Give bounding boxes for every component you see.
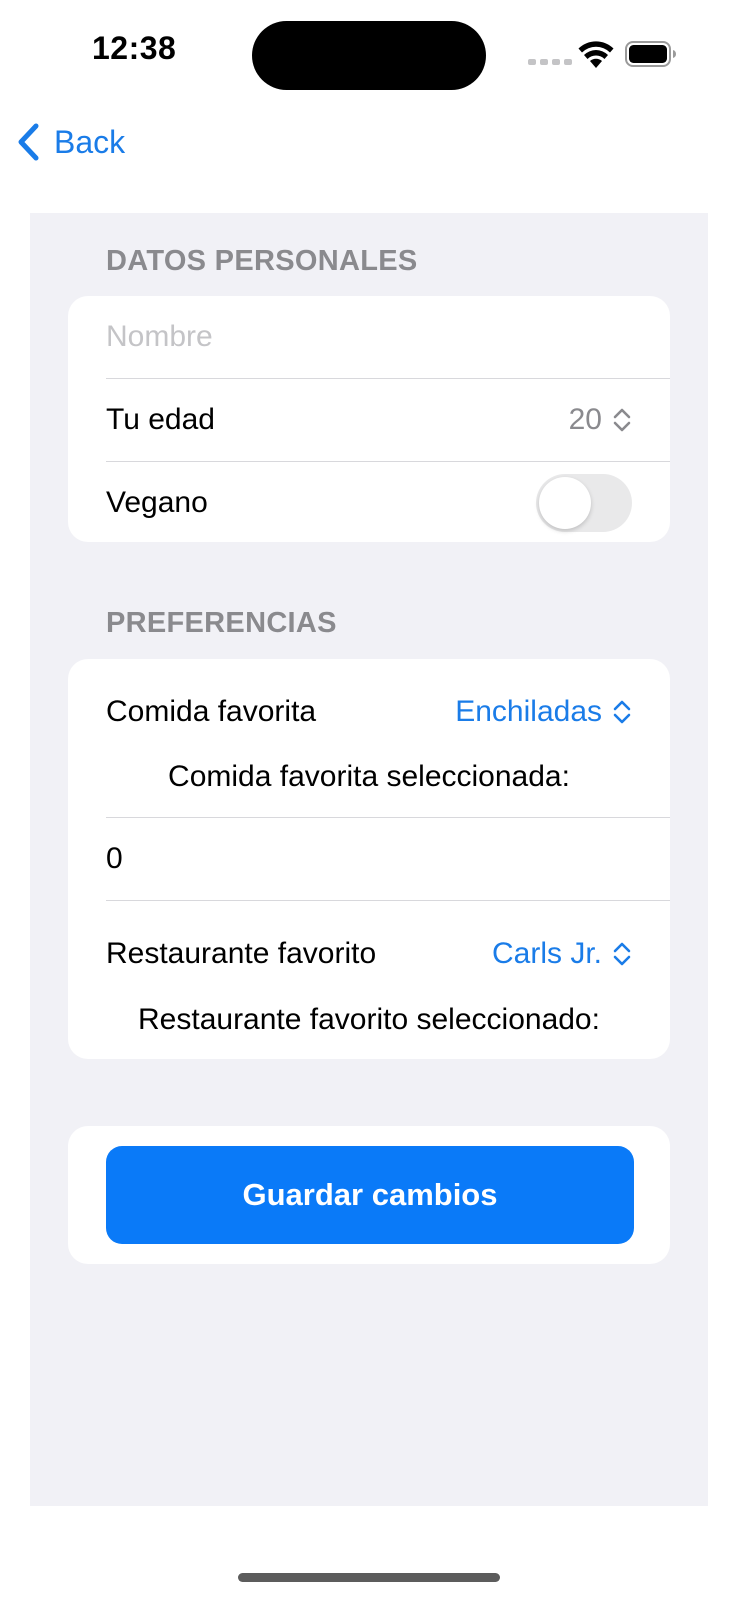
restaurant-label: Restaurante favorito	[106, 937, 377, 970]
food-label: Comida favorita	[106, 695, 317, 728]
personal-data-card: Nombre Tu edad 20 Vegano	[68, 296, 670, 542]
count-row: 0	[68, 818, 670, 900]
battery-icon	[625, 41, 676, 67]
screen: 12:38 Back DATOS PERSONALES Nombre Tu ed…	[0, 0, 738, 1600]
chevron-left-icon	[18, 123, 39, 161]
divider	[106, 900, 670, 901]
food-picker[interactable]: Enchiladas	[455, 695, 632, 729]
toggle-knob	[539, 477, 591, 529]
vegan-row: Vegano	[68, 462, 670, 542]
back-label: Back	[54, 123, 126, 160]
name-field[interactable]: Nombre	[68, 296, 670, 378]
chevron-up-down-icon	[613, 700, 631, 724]
signal-dots-icon	[528, 59, 572, 65]
section-header-personal: DATOS PERSONALES	[106, 245, 418, 277]
chevron-up-down-icon	[613, 408, 631, 432]
save-button[interactable]: Guardar cambios	[106, 1146, 634, 1244]
restaurant-row: Restaurante favorito Carls Jr.	[68, 913, 670, 995]
restaurant-value: Carls Jr.	[491, 937, 602, 970]
section-header-preferences: PREFERENCIAS	[106, 607, 337, 639]
dynamic-island	[252, 21, 486, 90]
status-time: 12:38	[92, 30, 177, 66]
actions-card: Guardar cambios	[68, 1126, 670, 1264]
age-row: Tu edad 20	[68, 379, 670, 461]
restaurant-selected-label: Restaurante favorito seleccionado:	[138, 1003, 600, 1036]
age-value: 20	[568, 403, 602, 436]
chevron-up-down-icon	[613, 942, 631, 966]
wifi-icon	[578, 41, 614, 68]
food-row: Comida favorita Enchiladas	[68, 671, 670, 753]
preferences-card: Comida favorita Enchiladas Comida favori…	[68, 659, 670, 1059]
count-value: 0	[106, 842, 123, 875]
food-value: Enchiladas	[455, 695, 602, 728]
restaurant-picker[interactable]: Carls Jr.	[492, 937, 632, 971]
back-button[interactable]: Back	[16, 120, 125, 164]
home-indicator	[238, 1573, 500, 1582]
food-selected-label: Comida favorita seleccionada:	[168, 760, 570, 793]
age-picker[interactable]: 20	[569, 403, 632, 437]
vegan-label: Vegano	[106, 486, 208, 519]
vegan-toggle[interactable]	[536, 474, 632, 532]
name-placeholder: Nombre	[106, 320, 213, 353]
age-label: Tu edad	[106, 403, 215, 436]
